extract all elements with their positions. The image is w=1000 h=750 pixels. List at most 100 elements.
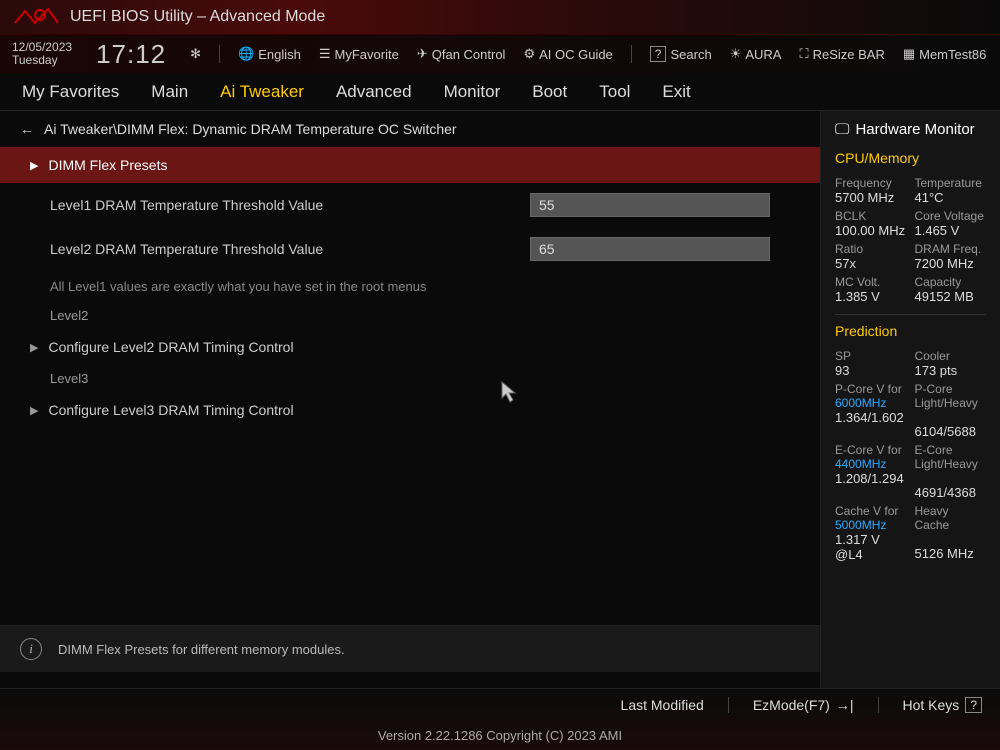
stat-label: Ratio (835, 242, 907, 256)
stat-label: Cooler (915, 349, 987, 363)
stat-value: 1.465 V (915, 223, 987, 238)
stat-label: Capacity (915, 275, 987, 289)
rog-logo-icon (10, 5, 60, 30)
stat-value: 7200 MHz (915, 256, 987, 271)
stat-value: 93 (835, 363, 907, 378)
hardware-monitor-panel: 🖵 Hardware Monitor CPU/Memory Frequency5… (820, 111, 1000, 691)
aioc-label: AI OC Guide (539, 47, 613, 62)
aioc-button[interactable]: ⚙ AI OC Guide (523, 46, 612, 62)
stat-label: Frequency (835, 176, 907, 190)
toolbar: 12/05/2023 Tuesday 17:12 ✻ 🌐 English ☰ M… (0, 35, 1000, 73)
hotkeys-label: Hot Keys (903, 697, 960, 713)
stat-value: 100.00 MHz (835, 223, 907, 238)
stat-sub: 6000MHz (835, 396, 907, 410)
row-label: DIMM Flex Presets (48, 157, 167, 173)
aura-button[interactable]: ☀ AURA (730, 46, 782, 62)
memtest-label: MemTest86 (919, 47, 986, 62)
tabs: My Favorites Main Ai Tweaker Advanced Mo… (0, 73, 1000, 111)
language-button[interactable]: 🌐 English (238, 46, 301, 62)
section-level2: Level2 (0, 302, 820, 329)
divider (728, 697, 729, 713)
version-text: Version 2.22.1286 Copyright (C) 2023 AMI (0, 720, 1000, 750)
resize-label: ReSize BAR (813, 47, 885, 62)
row-label: Level2 DRAM Temperature Threshold Value (50, 241, 530, 257)
tab-my-favorites[interactable]: My Favorites (20, 76, 121, 108)
row-dimm-flex-presets[interactable]: ▶ DIMM Flex Presets (0, 147, 820, 183)
ezmode-button[interactable]: EzMode(F7)→| (753, 697, 854, 713)
stat-label: E-Core Light/Heavy (915, 443, 987, 471)
submenu-arrow-icon: ▶ (30, 341, 38, 354)
breadcrumb-text: Ai Tweaker\DIMM Flex: Dynamic DRAM Tempe… (44, 121, 457, 137)
footer: Last Modified EzMode(F7)→| Hot Keys ? Ve… (0, 688, 1000, 750)
stat-value: 49152 MB (915, 289, 987, 304)
stat-value: 5126 MHz (915, 546, 987, 561)
stat-sub: 5000MHz (835, 518, 907, 532)
row-label: Configure Level2 DRAM Timing Control (48, 339, 293, 355)
myfavorite-button[interactable]: ☰ MyFavorite (319, 46, 399, 62)
qfan-button[interactable]: ✈ Qfan Control (417, 46, 506, 62)
tab-tool[interactable]: Tool (597, 76, 632, 108)
resize-button[interactable]: ⛶ ReSize BAR (799, 46, 884, 62)
divider (878, 697, 879, 713)
content: ← Ai Tweaker\DIMM Flex: Dynamic DRAM Tem… (0, 111, 820, 691)
stat-value: 6104/5688 (915, 424, 987, 439)
stat-value: 4691/4368 (915, 485, 987, 500)
stat-label: P-Core V for (835, 382, 907, 396)
stat-label: Cache V for (835, 504, 907, 518)
tab-exit[interactable]: Exit (660, 76, 692, 108)
section-level3: Level3 (0, 365, 820, 392)
level2-threshold-input[interactable] (530, 237, 770, 261)
back-arrow-icon[interactable]: ← (20, 121, 34, 137)
cpu-memory-section: CPU/Memory (835, 150, 986, 166)
prediction-section: Prediction (835, 323, 986, 339)
memtest-button[interactable]: ▦ MemTest86 (903, 46, 987, 62)
tab-boot[interactable]: Boot (530, 76, 569, 108)
tab-ai-tweaker[interactable]: Ai Tweaker (218, 76, 306, 108)
day: Tuesday (12, 54, 72, 67)
breadcrumb: ← Ai Tweaker\DIMM Flex: Dynamic DRAM Tem… (0, 111, 820, 147)
monitor-icon: 🖵 (835, 121, 849, 138)
gear-icon[interactable]: ✻ (190, 46, 201, 62)
stat-sub: 4400MHz (835, 457, 907, 471)
hotkey-icon: ? (965, 697, 982, 713)
stat-value: 5700 MHz (835, 190, 907, 205)
row-label: Configure Level3 DRAM Timing Control (48, 402, 293, 418)
info-icon: i (20, 638, 42, 660)
stat-value: 1.385 V (835, 289, 907, 304)
row-label: Level1 DRAM Temperature Threshold Value (50, 197, 530, 213)
stat-label: Heavy Cache (915, 504, 987, 532)
submenu-arrow-icon: ▶ (30, 404, 38, 417)
exit-icon: →| (836, 697, 854, 713)
aura-label: AURA (745, 47, 781, 62)
row-level1-threshold[interactable]: Level1 DRAM Temperature Threshold Value (0, 183, 820, 227)
qfan-label: Qfan Control (432, 47, 506, 62)
stat-label: P-Core Light/Heavy (915, 382, 987, 410)
last-modified-button[interactable]: Last Modified (621, 697, 704, 713)
hw-title: 🖵 Hardware Monitor (835, 121, 986, 138)
stat-label: DRAM Freq. (915, 242, 987, 256)
language-label: English (258, 47, 301, 62)
row-level2-threshold[interactable]: Level2 DRAM Temperature Threshold Value (0, 227, 820, 271)
stat-label: Core Voltage (915, 209, 987, 223)
stat-value: 1.208/1.294 (835, 471, 907, 486)
stat-label: SP (835, 349, 907, 363)
myfavorite-label: MyFavorite (335, 47, 399, 62)
stat-value: 1.364/1.602 (835, 410, 907, 425)
time: 17:12 (96, 39, 166, 70)
help-bar: i DIMM Flex Presets for different memory… (0, 625, 820, 672)
stat-value: 1.317 V @L4 (835, 532, 907, 562)
search-button[interactable]: ? Search (650, 46, 712, 62)
search-label: Search (670, 47, 711, 62)
tab-main[interactable]: Main (149, 76, 190, 108)
divider (631, 45, 632, 63)
row-configure-level2[interactable]: ▶ Configure Level2 DRAM Timing Control (0, 329, 820, 365)
level1-threshold-input[interactable] (530, 193, 770, 217)
hotkeys-button[interactable]: Hot Keys ? (903, 697, 983, 713)
stat-value: 173 pts (915, 363, 987, 378)
tab-advanced[interactable]: Advanced (334, 76, 414, 108)
tab-monitor[interactable]: Monitor (442, 76, 503, 108)
stat-value: 57x (835, 256, 907, 271)
hw-title-text: Hardware Monitor (855, 121, 974, 138)
row-configure-level3[interactable]: ▶ Configure Level3 DRAM Timing Control (0, 392, 820, 428)
submenu-arrow-icon: ▶ (30, 159, 38, 172)
